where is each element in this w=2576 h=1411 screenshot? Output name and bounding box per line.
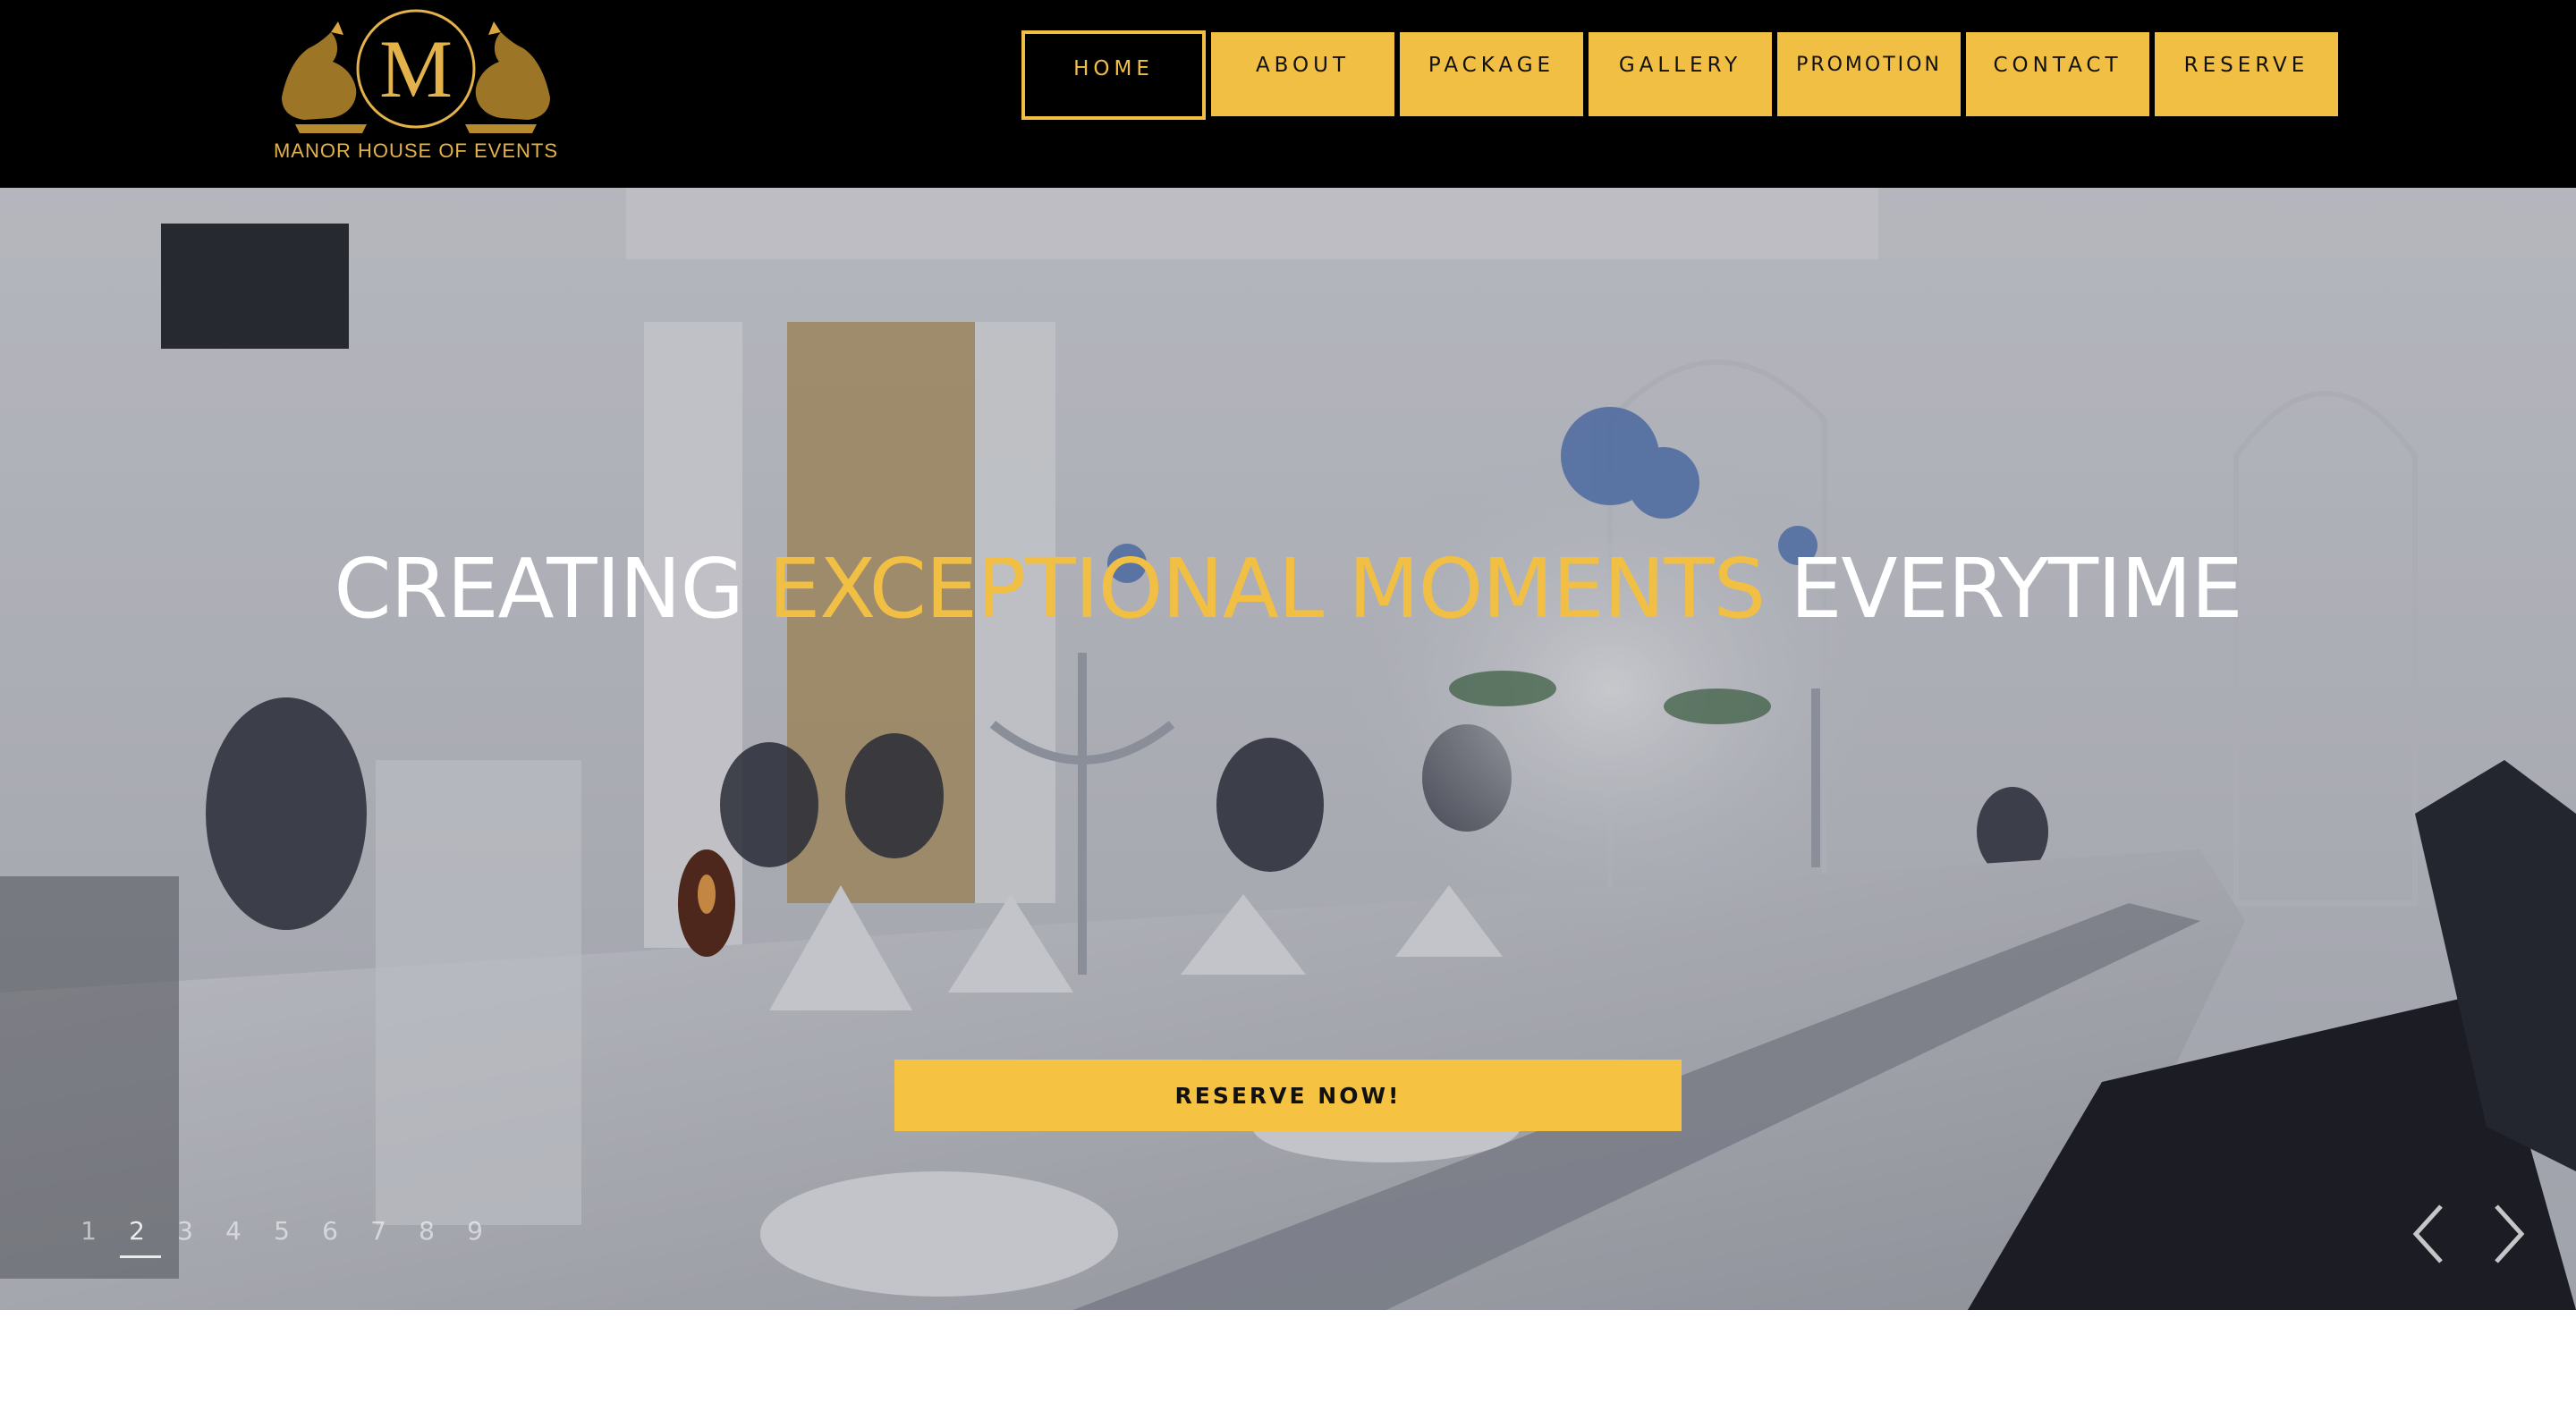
slide-dot-8[interactable]: 8: [402, 1216, 451, 1259]
slide-dot-9[interactable]: 9: [451, 1216, 499, 1259]
nav-item-home[interactable]: HOME: [1021, 30, 1206, 120]
nav-item-promotion[interactable]: PROMOTION: [1777, 32, 1961, 116]
chevron-left-icon: [2412, 1204, 2443, 1263]
logo-emblem-icon: M: [282, 9, 550, 133]
hero-dim-overlay: [0, 188, 2576, 1310]
nav-item-package[interactable]: PACKAGE: [1400, 32, 1583, 116]
slide-dot-6[interactable]: 6: [306, 1216, 354, 1259]
nav-item-about[interactable]: ABOUT: [1211, 32, 1394, 116]
slide-pager: 1 2 3 4 5 6 7 8 9: [64, 1216, 499, 1259]
site-logo[interactable]: M MANOR HOUSE OF EVENTS: [268, 4, 564, 175]
headline-accent: EXCEPTIONAL MOMENTS: [768, 541, 1766, 637]
nav-item-contact[interactable]: CONTACT: [1966, 32, 2149, 116]
slide-dot-3[interactable]: 3: [161, 1216, 209, 1259]
hero-slider: CREATING EXCEPTIONAL MOMENTS EVERYTIME R…: [0, 188, 2576, 1310]
slide-dot-4[interactable]: 4: [209, 1216, 258, 1259]
chevron-right-icon: [2495, 1204, 2525, 1263]
headline-tail: EVERYTIME: [1765, 541, 2242, 637]
slide-dot-1[interactable]: 1: [64, 1216, 113, 1259]
slider-next-button[interactable]: [2491, 1203, 2527, 1265]
reserve-now-button[interactable]: RESERVE NOW!: [894, 1060, 1682, 1131]
hero-headline: CREATING EXCEPTIONAL MOMENTS EVERYTIME: [0, 541, 2576, 637]
headline-lead: CREATING: [334, 541, 769, 637]
slider-prev-button[interactable]: [2411, 1203, 2446, 1265]
logo-wordmark: MANOR HOUSE OF EVENTS: [273, 139, 559, 162]
nav-item-gallery[interactable]: GALLERY: [1589, 32, 1772, 116]
nav-item-reserve[interactable]: RESERVE: [2155, 32, 2338, 116]
site-header: M MANOR HOUSE OF EVENTS HOME ABOUT PACKA…: [0, 0, 2576, 188]
slide-dot-7[interactable]: 7: [354, 1216, 402, 1259]
logo-monogram: M: [379, 23, 453, 114]
slide-dot-5[interactable]: 5: [258, 1216, 306, 1259]
slide-dot-2[interactable]: 2: [113, 1216, 161, 1259]
main-nav: HOME ABOUT PACKAGE GALLERY PROMOTION CON…: [1021, 30, 2338, 120]
